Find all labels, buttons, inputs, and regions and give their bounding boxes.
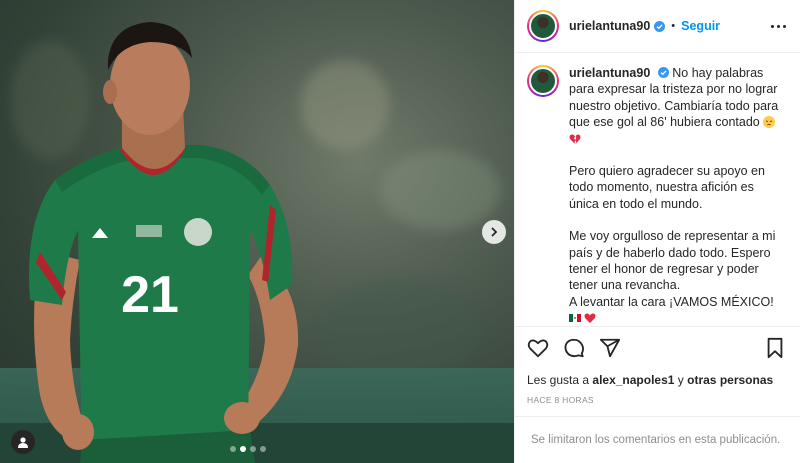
caption-paragraph: Me voy orgulloso de representar a mi paí… [569,229,776,293]
comments-disabled-notice: Se limitaron los comentarios en esta pub… [515,416,800,463]
heart-icon [527,339,549,358]
red-heart-emoji-icon [585,313,596,324]
header-username[interactable]: urielantuna90 [569,19,650,33]
post-actions [515,326,800,369]
post-side-panel: urielantuna90 • Seguir urielantuna90 No … [514,0,800,463]
liked-by-user-link[interactable]: alex_napoles1 [592,373,674,387]
player-photo: 21 [29,22,299,463]
save-button[interactable] [764,337,786,359]
likes-connector: y [677,373,684,387]
carousel-dot [230,446,236,452]
carousel-dot-active [240,446,246,452]
verified-badge-icon [657,67,669,78]
verified-badge-icon [654,20,666,32]
jersey-number: 21 [121,266,179,324]
follow-button[interactable]: Seguir [681,19,720,33]
carousel-dot [250,446,256,452]
caption-paragraph: A levantar la cara ¡VAMOS MÉXICO! [569,294,774,309]
broken-heart-emoji-icon [569,134,581,144]
user-tag-icon [18,437,28,448]
likes-summary: Les gusta a alex_napoles1 y otras person… [515,369,800,391]
chevron-right-icon [491,227,498,237]
post-timestamp[interactable]: HACE 8 HORAS [515,391,800,416]
carousel-dot [260,446,266,452]
likes-prefix: Les gusta a [527,373,590,387]
post-media[interactable]: 21 [0,0,514,463]
post-header: urielantuna90 • Seguir [515,0,800,53]
carousel-indicator [230,446,266,452]
other-likers-link[interactable]: otras personas [687,373,773,387]
caption-username[interactable]: urielantuna90 [569,66,650,80]
caption-area: urielantuna90 No hay palabras para expre… [515,53,800,326]
more-options-icon[interactable] [771,24,786,28]
avatar[interactable] [527,10,559,42]
instagram-post: 21 urielantuna90 • Seguir urielantuna90 … [0,0,800,463]
separator-dot: • [671,20,676,32]
caption: urielantuna90 No hay palabras para expre… [569,65,779,326]
share-button[interactable] [599,337,621,359]
mexico-flag-emoji-icon [569,314,581,323]
comment-button[interactable] [563,337,585,359]
like-button[interactable] [527,337,549,359]
pensive-face-emoji-icon [763,116,776,129]
avatar-image [529,67,557,95]
share-icon [599,338,621,358]
comment-icon [564,338,584,358]
caption-avatar[interactable] [527,65,559,97]
caption-paragraph: Pero quiero agradecer su apoyo en todo m… [569,164,765,211]
carousel-next-button[interactable] [482,220,506,244]
bookmark-icon [767,337,783,359]
user-tag-button[interactable] [11,430,35,454]
avatar-image [529,12,557,40]
